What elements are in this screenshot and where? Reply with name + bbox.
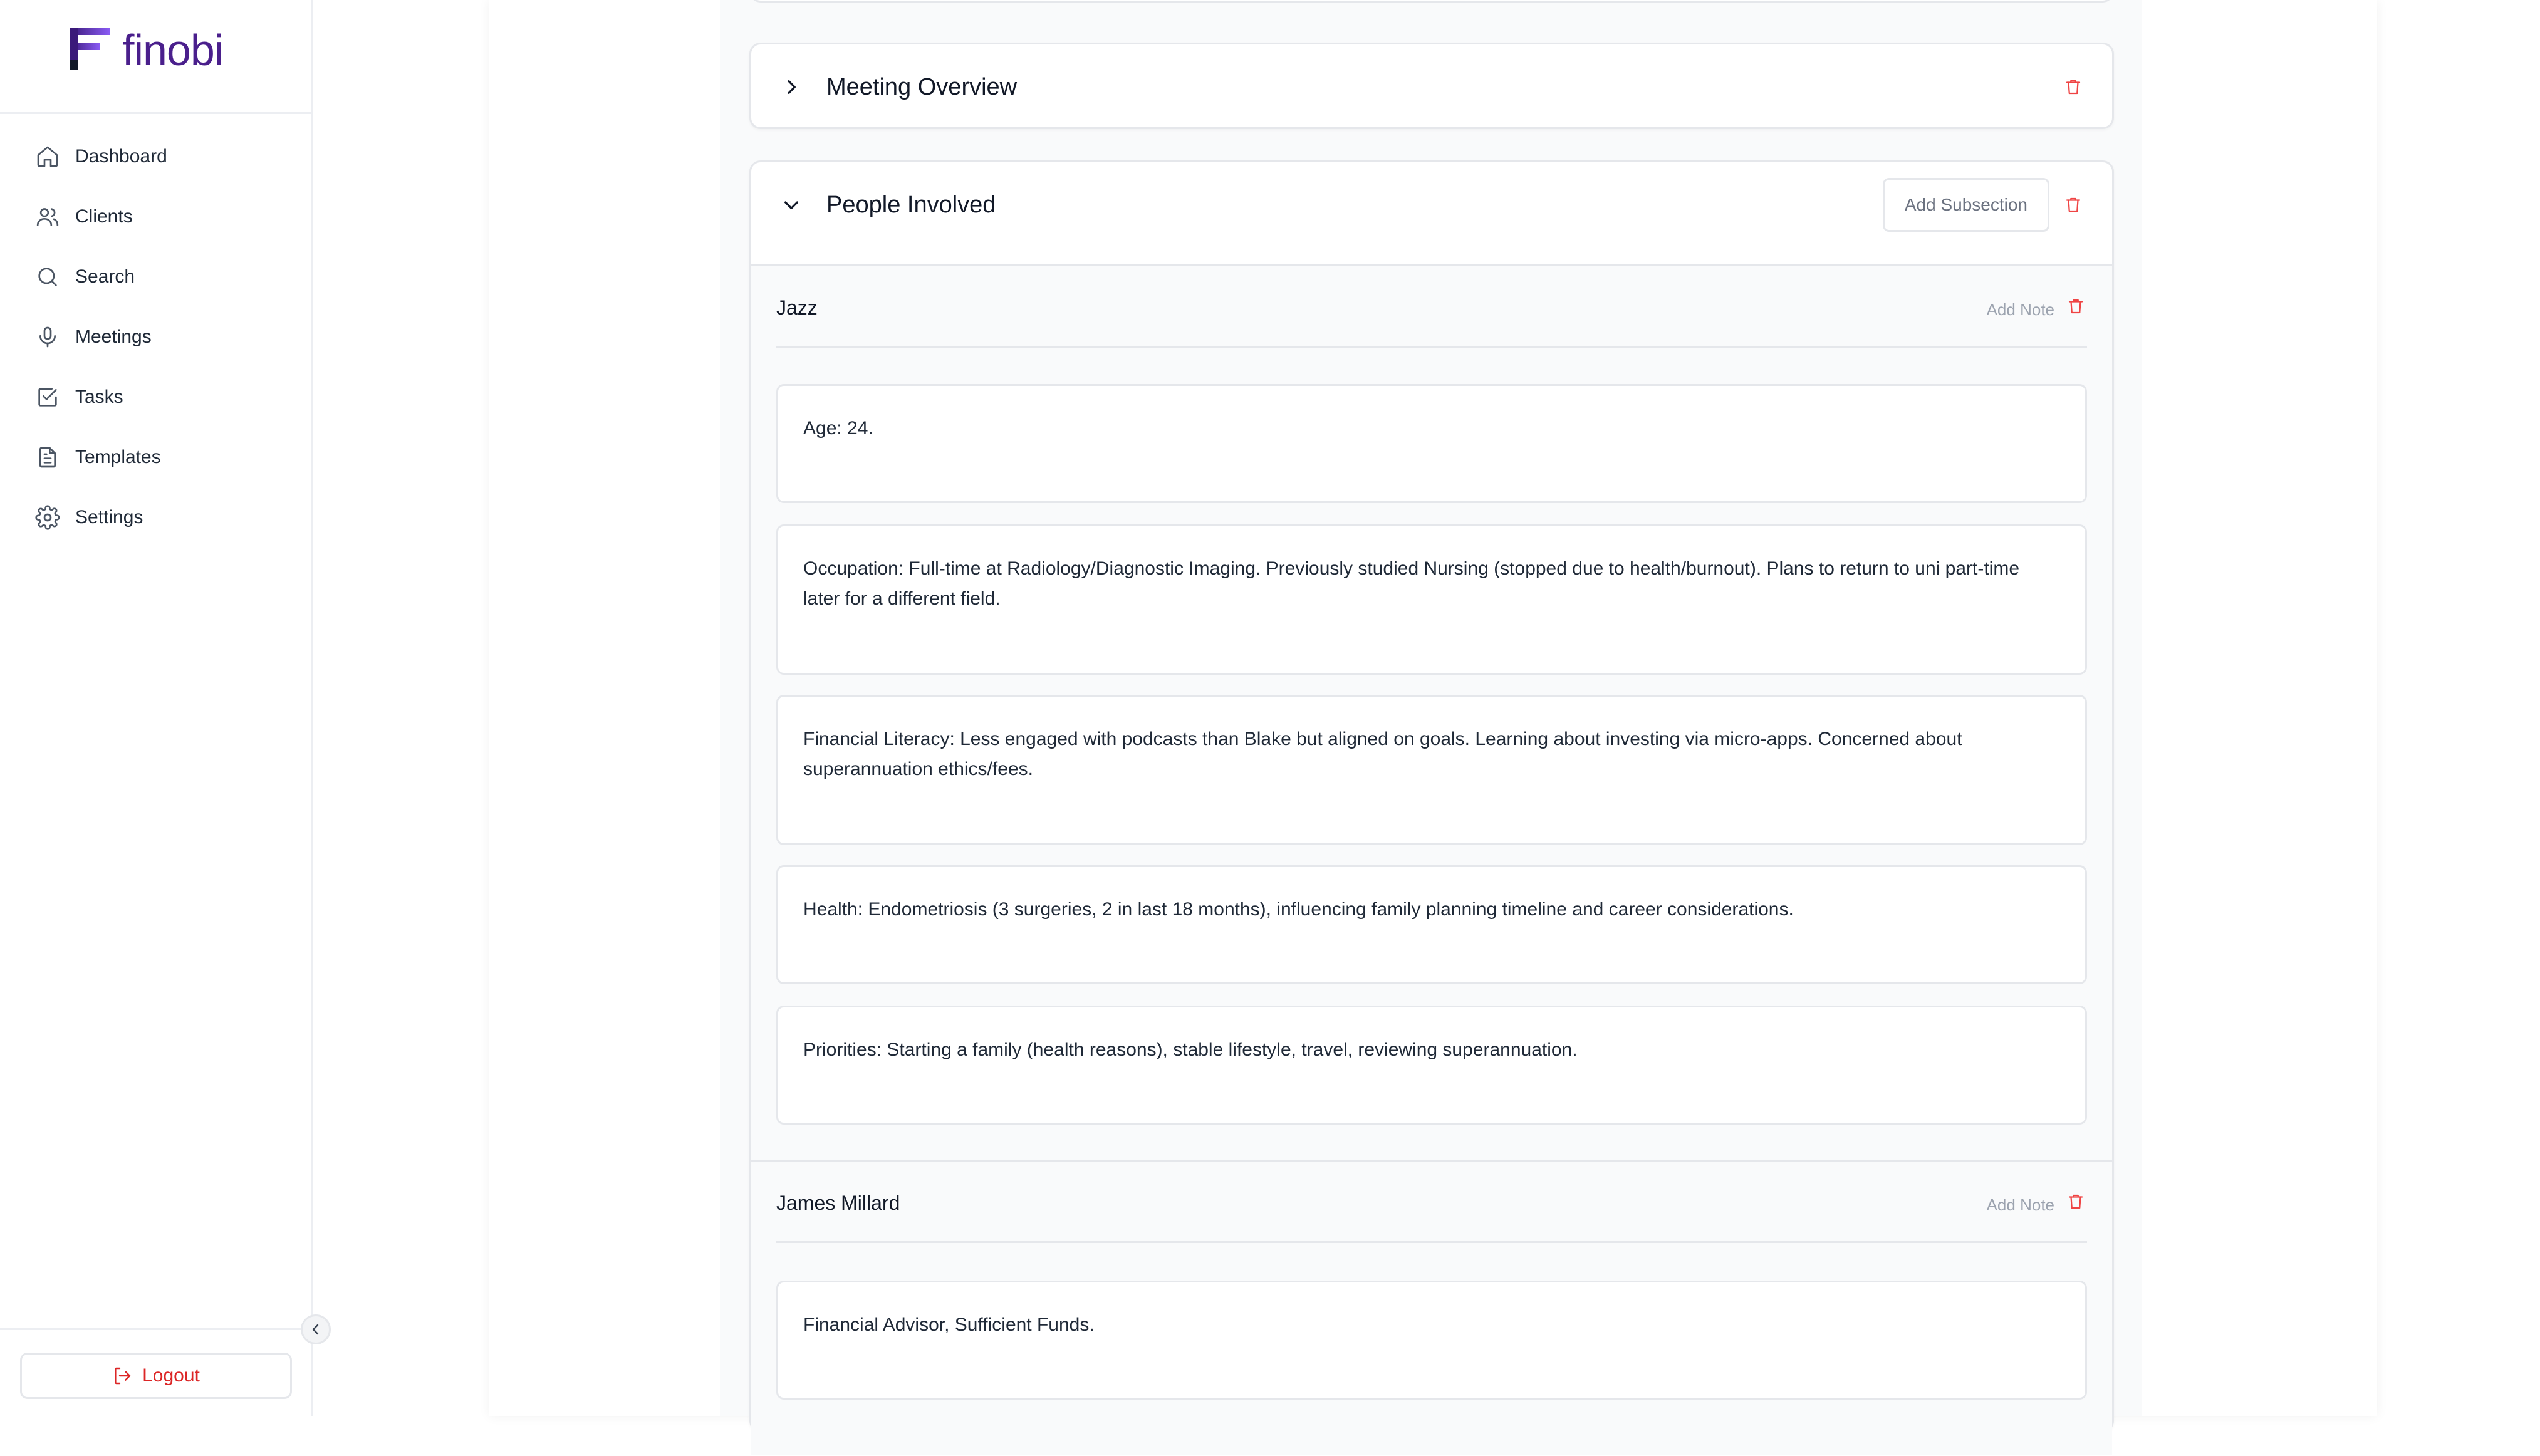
note-card[interactable]: Financial Advisor, Sufficient Funds. (776, 1281, 2087, 1400)
sidebar-item-label: Settings (75, 507, 143, 528)
section-title: Meeting Overview (826, 73, 1018, 100)
note-card[interactable]: Financial Literacy: Less engaged with po… (776, 695, 2087, 845)
chevron-right-icon[interactable] (779, 75, 804, 100)
sidebar-item-meetings[interactable]: Meetings (20, 312, 289, 362)
subsection-list: Jazz Add Note Age: 24. Occupation: Full-… (751, 264, 2112, 1455)
add-subsection-button[interactable]: Add Subsection (1882, 178, 2049, 232)
subsection-name: James Millard (776, 1192, 900, 1214)
sidebar-item-label: Templates (75, 447, 161, 467)
section-meeting-overview: Meeting Overview (749, 43, 2114, 129)
sidebar-item-label: Clients (75, 206, 133, 227)
sidebar-item-clients[interactable]: Clients (20, 192, 289, 242)
section-header[interactable]: People Involved Add Subsection (751, 162, 2112, 247)
logout-button[interactable]: Logout (20, 1353, 292, 1399)
users-icon (34, 203, 61, 231)
note-card[interactable]: Age: 24. (776, 384, 2087, 503)
subsection-header: Jazz Add Note (776, 266, 2087, 348)
finobi-logo-icon (70, 28, 110, 70)
section-people-involved: People Involved Add Subsection Jazz Add … (749, 160, 2114, 1455)
sidebar-item-label: Tasks (75, 387, 123, 407)
check-square-icon (34, 383, 61, 411)
search-icon (34, 263, 61, 291)
gear-icon (34, 504, 61, 531)
sidebar-item-search[interactable]: Search (20, 252, 289, 302)
logout-icon (115, 1367, 131, 1385)
subsection-header: James Millard Add Note (776, 1162, 2087, 1243)
delete-section-icon[interactable] (2062, 194, 2085, 216)
chevron-down-icon[interactable] (779, 192, 804, 217)
sidebar-footer: Logout (0, 1328, 311, 1416)
logo-area: finobi (0, 0, 311, 114)
previous-section-edge (749, 0, 2114, 3)
app-name: finobi (122, 26, 224, 75)
subsection-name: Jazz (776, 296, 818, 319)
sidebar-item-templates[interactable]: Templates (20, 432, 289, 482)
sidebar-item-label: Meetings (75, 326, 152, 347)
delete-subsection-icon[interactable] (2064, 1190, 2087, 1213)
sidebar-item-label: Dashboard (75, 146, 167, 167)
add-note-button[interactable]: Add Note (1987, 300, 2054, 320)
microphone-icon (34, 323, 61, 351)
logout-label: Logout (142, 1365, 200, 1386)
chevron-left-icon (312, 1324, 319, 1335)
delete-section-icon[interactable] (2062, 76, 2085, 98)
sidebar-item-tasks[interactable]: Tasks (20, 372, 289, 422)
note-card[interactable]: Priorities: Starting a family (health re… (776, 1006, 2087, 1125)
add-note-button[interactable]: Add Note (1987, 1195, 2054, 1215)
note-card[interactable]: Health: Endometriosis (3 surgeries, 2 in… (776, 865, 2087, 984)
collapse-sidebar-button[interactable] (301, 1314, 331, 1344)
note-card[interactable]: Occupation: Full-time at Radiology/Diagn… (776, 524, 2087, 675)
sidebar-item-dashboard[interactable]: Dashboard (20, 132, 289, 182)
home-icon (34, 143, 61, 170)
subsection-jazz: Jazz Add Note Age: 24. Occupation: Full-… (751, 266, 2112, 1162)
section-title: People Involved (826, 191, 996, 218)
delete-subsection-icon[interactable] (2064, 295, 2087, 318)
sidebar: finobi Dashboard Clients Search Meetings (0, 0, 313, 1416)
sidebar-item-settings[interactable]: Settings (20, 492, 289, 543)
document-icon (34, 444, 61, 471)
sidebar-item-label: Search (75, 266, 135, 287)
section-header[interactable]: Meeting Overview (751, 44, 2112, 130)
subsection-james-millard: James Millard Add Note Financial Advisor… (751, 1162, 2112, 1456)
